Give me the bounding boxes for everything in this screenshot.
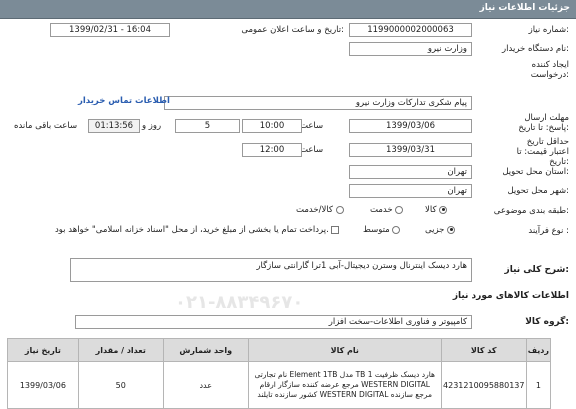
category-option-service[interactable]: خدمت bbox=[370, 205, 404, 215]
remaining-time-field: 01:13:56 bbox=[88, 119, 140, 133]
category-both-label: کالا/خدمت bbox=[296, 205, 333, 215]
header-row: ردیف bbox=[525, 338, 552, 362]
treasury-payment-checkbox[interactable] bbox=[331, 225, 340, 234]
header-date: تاریخ نیاز bbox=[7, 338, 79, 362]
header-code: کد کالا bbox=[440, 338, 527, 362]
category-service-label: خدمت bbox=[370, 205, 393, 215]
category-service-radio[interactable] bbox=[395, 205, 404, 214]
row-code: 4231210095880137 bbox=[440, 361, 527, 409]
watermark-line-2: ۰۲۱-۸۸۳۴۹۶۷۰ bbox=[175, 292, 304, 313]
treasury-payment-option[interactable]: پرداخت تمام یا بخشی از مبلغ خرید، از محل… bbox=[55, 225, 340, 235]
category-goods-radio[interactable] bbox=[439, 205, 448, 214]
reply-date-field: 1399/03/06 bbox=[349, 119, 472, 133]
reply-deadline-label: مهلت ارسال پاسخ: تا تاریخ: bbox=[518, 113, 569, 133]
buyer-org-field: وزارت نیرو bbox=[349, 42, 472, 56]
page-title: جزئیات اطلاعات نیاز bbox=[479, 3, 570, 13]
items-table: ردیف کد کالا نام کالا واحد شمارش تعداد /… bbox=[7, 338, 552, 409]
price-validity-date-field: 1399/03/31 bbox=[349, 143, 472, 157]
process-option-medium[interactable]: متوسط bbox=[363, 225, 401, 235]
city-field: تهران bbox=[349, 184, 472, 198]
process-minor-label: جزیی bbox=[425, 225, 445, 235]
process-medium-radio[interactable] bbox=[392, 225, 401, 234]
reply-days-field: 5 bbox=[175, 119, 240, 133]
row-qty: 50 bbox=[77, 361, 164, 409]
price-validity-time-field: 12:00 bbox=[242, 143, 302, 157]
reply-time-field: 10:00 bbox=[242, 119, 302, 133]
remaining-time-label: ساعت باقی مانده bbox=[14, 121, 78, 131]
process-option-minor[interactable]: جزیی bbox=[425, 225, 456, 235]
city-label: شهر محل تحویل: bbox=[507, 186, 569, 196]
requester-label: ایجاد کننده درخواست: bbox=[530, 60, 569, 80]
price-validity-time-label: ساعت bbox=[300, 145, 324, 155]
goods-group-label: گروه کالا: bbox=[525, 317, 569, 327]
reply-days-label: روز و bbox=[142, 121, 162, 131]
row-unit: عدد bbox=[162, 361, 249, 409]
need-number-field: 1199000002000063 bbox=[349, 23, 472, 37]
category-both-radio[interactable] bbox=[335, 205, 344, 214]
category-option-both[interactable]: کالا/خدمت bbox=[296, 205, 344, 215]
announce-date-label: تاریخ و ساعت اعلان عمومی: bbox=[241, 25, 344, 35]
row-date: 1399/03/06 bbox=[7, 361, 79, 409]
process-minor-radio[interactable] bbox=[447, 225, 456, 234]
row-name: هارد دیسک ظرفیت TB 1 مدل Element 1TB نام… bbox=[247, 361, 442, 409]
summary-field: هارد دیسک اینترنال وسترن دیجیتال-آبی 1تر… bbox=[70, 258, 472, 282]
province-label: استان محل تحویل: bbox=[502, 167, 569, 177]
goods-section-title: اطلاعات کالاهای مورد نیاز bbox=[452, 291, 569, 301]
price-validity-label: حداقل تاریخ اعتبار قیمت: تا تاریخ: bbox=[516, 137, 569, 167]
header-qty: تعداد / مقدار bbox=[77, 338, 164, 362]
category-goods-label: کالا bbox=[425, 205, 437, 215]
summary-label: شرح کلی نیاز: bbox=[504, 265, 569, 275]
buyer-contact-link[interactable]: اطلاعات تماس خریدار bbox=[78, 96, 170, 106]
goods-group-field: کامپیوتر و فناوری اطلاعات-سخت افزار bbox=[75, 315, 472, 329]
header-unit: واحد شمارش bbox=[162, 338, 249, 362]
title-bar: جزئیات اطلاعات نیاز bbox=[0, 0, 576, 19]
process-medium-label: متوسط bbox=[363, 225, 390, 235]
row-number: 1 bbox=[525, 361, 552, 409]
announce-date-field: 1399/02/31 - 16:04 bbox=[50, 23, 170, 37]
buyer-org-label: نام دستگاه خریدار: bbox=[502, 44, 569, 54]
category-option-goods[interactable]: کالا bbox=[425, 205, 448, 215]
process-label: نوع فرآیند : bbox=[528, 226, 569, 236]
table-row[interactable]: 1 4231210095880137 هارد دیسک ظرفیت TB 1 … bbox=[7, 361, 552, 409]
need-number-label: شماره نیاز: bbox=[528, 25, 569, 35]
table-header-row: ردیف کد کالا نام کالا واحد شمارش تعداد /… bbox=[7, 338, 552, 362]
header-name: نام کالا bbox=[247, 338, 442, 362]
reply-time-label: ساعت bbox=[300, 121, 324, 131]
requester-field: پیام شکری تدارکات وزارت نیرو bbox=[164, 96, 472, 110]
province-field: تهران bbox=[349, 165, 472, 179]
treasury-payment-note: پرداخت تمام یا بخشی از مبلغ خرید، از محل… bbox=[55, 225, 329, 235]
category-label: طبقه بندی موضوعی: bbox=[493, 206, 569, 216]
